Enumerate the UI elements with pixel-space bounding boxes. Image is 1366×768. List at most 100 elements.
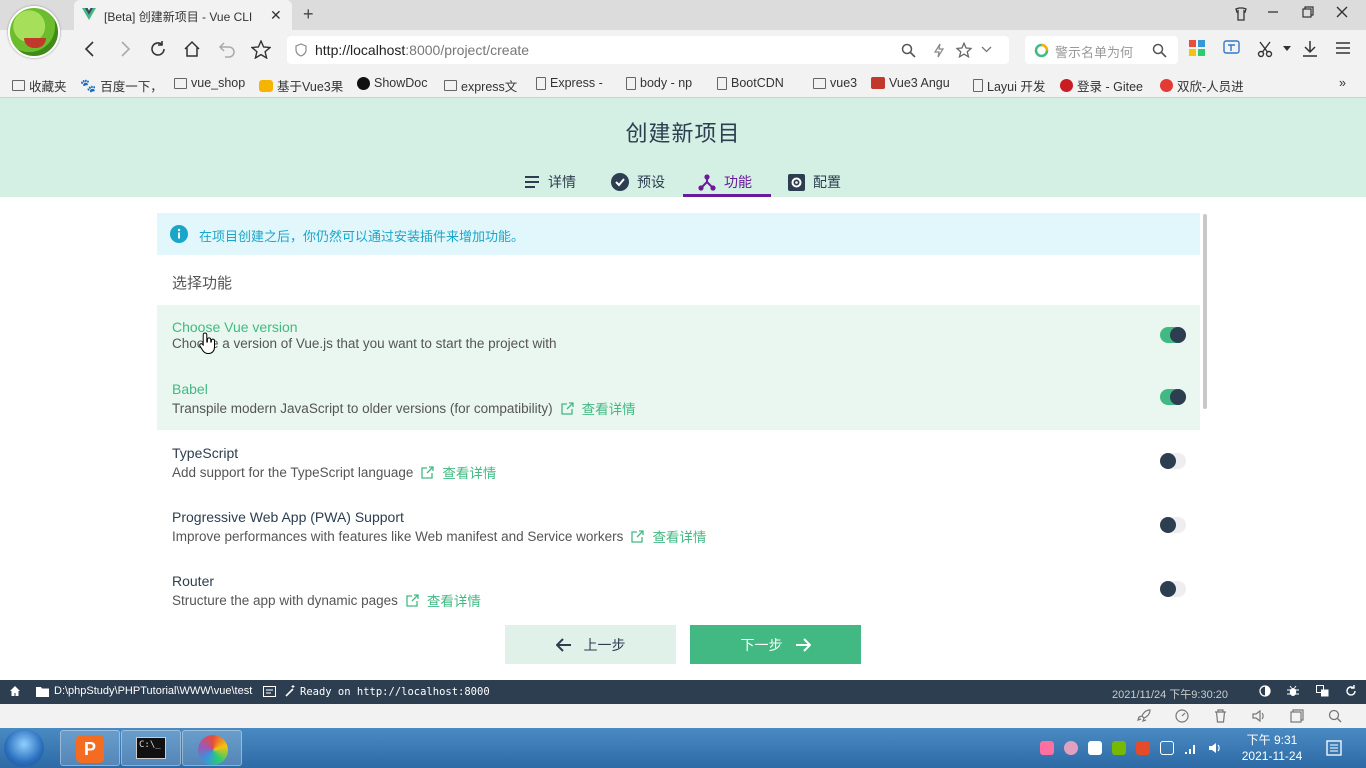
tab-config[interactable]: 配置 — [788, 168, 841, 196]
bookmark-item[interactable]: vue_shop — [174, 76, 245, 90]
bookmark-item[interactable]: vue3 — [813, 76, 857, 90]
chevron-down-icon[interactable] — [981, 46, 992, 53]
more-info-link[interactable]: 查看详情 — [631, 526, 706, 546]
taskbar-app-presentation[interactable]: P — [60, 730, 120, 766]
bookmark-item[interactable]: Vue3 Angu — [871, 76, 950, 90]
tab-label: 详情 — [548, 174, 576, 190]
bookmark-item[interactable]: BootCDN — [717, 76, 784, 90]
nvidia-icon[interactable] — [1112, 741, 1126, 755]
volume-icon[interactable] — [1252, 709, 1266, 723]
tray-network-drive-icon[interactable] — [1088, 741, 1102, 755]
reload-icon[interactable] — [149, 40, 167, 58]
bookmark-favicon-icon — [1160, 79, 1173, 92]
translate-icon[interactable] — [1223, 40, 1241, 56]
sogou-input-icon[interactable] — [1136, 741, 1150, 755]
bookmarks-bar: 收藏夹 🐾 百度一下， vue_shop 基于Vue3果 ShowDoc expr… — [0, 70, 1366, 98]
bookmark-favicon-icon — [871, 77, 885, 89]
server-status: Ready on http://localhost:8000 — [300, 686, 490, 698]
bookmark-item[interactable]: 收藏夹 — [12, 76, 67, 95]
rocket-icon[interactable] — [1137, 709, 1151, 723]
user-avatar[interactable] — [8, 6, 60, 58]
console-icon[interactable] — [263, 686, 276, 697]
notification-icon[interactable] — [1326, 740, 1342, 756]
zoom-icon[interactable] — [901, 43, 916, 58]
feature-toggle[interactable] — [1160, 327, 1186, 343]
language-icon[interactable] — [1316, 685, 1329, 697]
feature-row-pwa[interactable]: Progressive Web App (PWA) Support Improv… — [157, 495, 1200, 558]
home-icon[interactable] — [9, 685, 21, 697]
menu-icon[interactable] — [1335, 40, 1351, 56]
undo-icon[interactable] — [218, 40, 236, 58]
feature-toggle[interactable] — [1160, 581, 1186, 597]
new-tab-icon[interactable]: + — [303, 4, 314, 25]
search-icon[interactable] — [1152, 43, 1167, 58]
feature-row-router[interactable]: Router Structure the app with dynamic pa… — [157, 559, 1200, 622]
content-scrollbar[interactable] — [1203, 214, 1207, 409]
project-path[interactable]: D:\phpStudy\PHPTutorial\WWW\vue\test — [54, 685, 252, 697]
tray-app-icon[interactable] — [1040, 741, 1054, 755]
skin-icon[interactable] — [1233, 6, 1249, 22]
home-icon[interactable] — [183, 40, 201, 58]
volume-icon[interactable] — [1208, 741, 1222, 755]
feature-toggle[interactable] — [1160, 389, 1186, 405]
search-box[interactable]: 警示名单为何 — [1025, 36, 1178, 64]
bookmark-item[interactable]: Layui 开发 — [973, 76, 1045, 95]
bookmark-item[interactable]: express文 — [444, 76, 517, 95]
feature-toggle[interactable] — [1160, 453, 1186, 469]
bookmark-item[interactable]: 基于Vue3果 — [259, 76, 343, 95]
refresh-icon[interactable] — [1345, 685, 1357, 697]
close-tab-icon[interactable]: ✕ — [270, 7, 282, 24]
close-window-icon[interactable] — [1336, 6, 1348, 18]
tab-details[interactable]: 详情 — [524, 168, 576, 196]
dark-mode-icon[interactable] — [1259, 685, 1271, 697]
clipboard-icon[interactable] — [1160, 741, 1174, 755]
feature-toggle[interactable] — [1160, 517, 1186, 533]
scissors-menu-chevron-icon[interactable] — [1283, 46, 1291, 51]
tab-presets[interactable]: 预设 — [611, 168, 665, 196]
forward-icon[interactable] — [117, 40, 133, 58]
scissors-icon[interactable] — [1257, 40, 1275, 58]
more-info-link[interactable]: 查看详情 — [406, 590, 481, 610]
taskbar-clock[interactable]: 下午 9:31 2021-11-24 — [1232, 732, 1312, 764]
download-icon[interactable] — [1301, 40, 1319, 58]
bookmark-star-icon[interactable] — [956, 42, 972, 58]
more-info-link[interactable]: 查看详情 — [421, 462, 496, 482]
feature-row-typescript[interactable]: TypeScript Add support for the TypeScrip… — [157, 431, 1200, 494]
taskbar-app-terminal[interactable]: C:\_ — [121, 730, 181, 766]
start-button[interactable] — [4, 729, 44, 767]
taskbar-app-browser[interactable] — [182, 730, 242, 766]
more-info-link[interactable]: 查看详情 — [561, 398, 636, 418]
tab-features[interactable]: 功能 — [698, 168, 752, 196]
bug-icon[interactable] — [1287, 685, 1299, 697]
feature-row-vue-version[interactable]: Choose Vue version Choose a version of V… — [157, 305, 1200, 368]
active-tab-indicator — [683, 194, 771, 197]
tray-app-icon[interactable] — [1064, 741, 1078, 755]
info-icon — [170, 225, 188, 243]
bookmarks-more-button[interactable]: » — [1339, 76, 1346, 90]
zoom-icon[interactable] — [1328, 709, 1342, 723]
feature-row-babel[interactable]: Babel Transpile modern JavaScript to old… — [157, 367, 1200, 430]
trash-icon[interactable] — [1214, 709, 1227, 723]
lightning-icon[interactable] — [933, 43, 945, 58]
back-icon[interactable] — [82, 40, 98, 58]
search-placeholder: 警示名单为何 — [1055, 45, 1134, 60]
speed-icon[interactable] — [1175, 709, 1189, 723]
window-icon[interactable] — [1290, 709, 1304, 723]
address-bar[interactable]: http://localhost:8000/project/create — [287, 36, 1009, 64]
network-signal-icon[interactable] — [1184, 741, 1198, 755]
minimize-icon[interactable] — [1267, 6, 1279, 18]
bookmark-item[interactable]: 登录 - Gitee — [1060, 76, 1143, 95]
bookmark-item[interactable]: Express - — [536, 76, 603, 90]
bookmark-item[interactable]: ShowDoc — [357, 76, 428, 90]
bookmark-item[interactable]: 🐾 百度一下， — [80, 76, 163, 95]
next-step-button[interactable]: 下一步 — [690, 625, 861, 664]
bookmark-item[interactable]: 双欣-人员进 — [1160, 76, 1244, 95]
apps-grid-icon[interactable] — [1189, 40, 1205, 56]
prev-step-button[interactable]: 上一步 — [505, 625, 676, 664]
folder-icon[interactable] — [36, 686, 49, 697]
bookmark-item[interactable]: body - np — [626, 76, 692, 90]
restore-icon[interactable] — [1302, 6, 1314, 18]
browser-tab[interactable]: [Beta] 创建新项目 - Vue CLI ✕ — [74, 0, 292, 30]
browser-app-icon — [198, 735, 228, 765]
favorite-star-icon[interactable] — [251, 40, 271, 59]
